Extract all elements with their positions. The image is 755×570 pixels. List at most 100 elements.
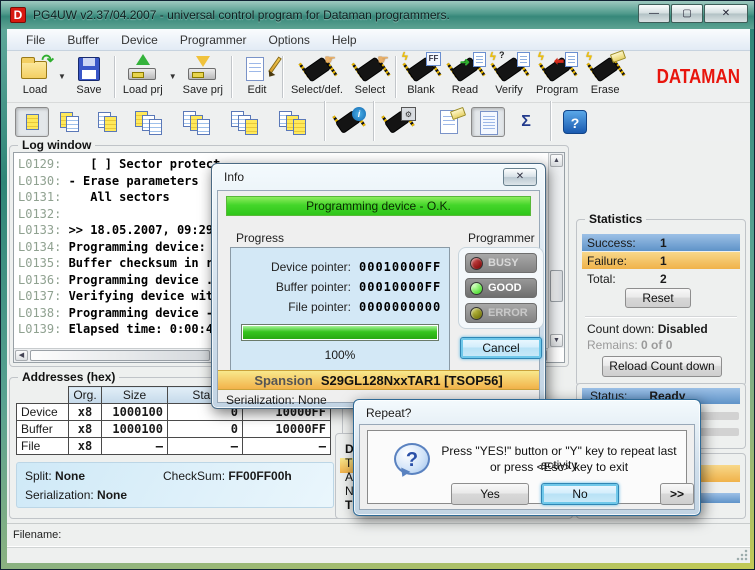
checksum-panel: Split: None CheckSum: FF00FF00h Serializ… <box>16 462 334 508</box>
repeat-dialog-titlebar[interactable]: Repeat? <box>354 400 700 424</box>
remains-value: 0 of 0 <box>641 338 672 352</box>
toolbar-separator <box>550 101 551 143</box>
device-info-button[interactable]: i <box>332 107 366 137</box>
help-button[interactable]: ? <box>558 107 592 137</box>
success-label: Success: <box>587 236 636 250</box>
statistics-title: Statistics <box>585 212 646 226</box>
program-button[interactable]: ϟ⬅ Program <box>531 53 583 100</box>
read-button[interactable]: ➜ Read <box>443 53 487 100</box>
close-button[interactable]: ✕ <box>704 4 748 23</box>
total-label: Total: <box>587 272 616 286</box>
open-folder-icon: ↷ <box>18 54 52 84</box>
split-value: None <box>55 469 85 483</box>
error-led-icon <box>470 307 483 320</box>
repeat-message-box: ? Press "YES!" button or "Y" key to repe… <box>367 430 687 504</box>
toolbar-separator <box>324 101 325 143</box>
resize-grip[interactable] <box>736 549 748 561</box>
more-button[interactable]: >> <box>660 483 694 505</box>
scroll-up-icon[interactable]: ▲ <box>550 154 563 167</box>
load-project-dropdown-icon[interactable]: ▼ <box>169 72 177 81</box>
select-default-button[interactable]: ☛ Select/def. <box>286 53 348 100</box>
success-row: Success: 1 <box>582 234 740 251</box>
countdown-row: Count down: Disabled <box>587 322 708 336</box>
scroll-left-icon[interactable]: ◀ <box>15 350 28 361</box>
maximize-button[interactable]: ▢ <box>671 4 703 23</box>
info-dialog-titlebar[interactable]: Info ✕ <box>212 164 545 190</box>
reset-button[interactable]: Reset <box>625 288 691 308</box>
view-buffer-7-button[interactable] <box>273 107 317 137</box>
load-project-button[interactable]: Load prj <box>118 53 168 100</box>
total-row: Total: 2 <box>582 270 740 287</box>
view-buffer-1-button[interactable] <box>15 107 49 137</box>
failure-value: 1 <box>660 254 667 268</box>
progress-panel: Device pointer: 00010000FF Buffer pointe… <box>230 247 450 383</box>
cancel-button[interactable]: Cancel <box>460 337 542 359</box>
chip-program-icon: ϟ⬅ <box>540 54 574 84</box>
header-blank <box>17 387 69 404</box>
end-cell: 10000FF <box>243 421 331 438</box>
menu-bar: File Buffer Device Programmer Options He… <box>7 29 750 51</box>
file-address-row: File x8 – – – <box>17 438 331 455</box>
select-button[interactable]: ☛ Select <box>348 53 392 100</box>
log-vscroll-thumb[interactable] <box>550 270 563 302</box>
repeat-dialog-title: Repeat? <box>366 406 411 420</box>
checksum-info: CheckSum: FF00FF00h <box>163 469 292 483</box>
yes-button[interactable]: Yes <box>451 483 529 505</box>
title-bar[interactable]: D PG4UW v2.37/04.2007 - universal contro… <box>1 1 755 29</box>
device-pointer-value: 00010000FF <box>359 260 441 274</box>
row-label: File <box>17 438 69 455</box>
menu-help[interactable]: Help <box>323 31 366 49</box>
device-options-button[interactable]: ⚙ <box>381 107 415 137</box>
view-buffer-2-button[interactable] <box>53 107 87 137</box>
question-balloon-icon: ? <box>394 443 430 475</box>
view-buffer-3-button[interactable] <box>91 107 125 137</box>
checksum-value: FF00FF00h <box>228 469 291 483</box>
erase-button[interactable]: ϟ Erase <box>583 53 627 100</box>
verify-button[interactable]: ϟ? Verify <box>487 53 531 100</box>
device-pointer-row: Device pointer: 00010000FF <box>241 260 446 276</box>
reload-countdown-button[interactable]: Reload Count down <box>602 356 722 377</box>
view-buffer-6-button[interactable] <box>225 107 269 137</box>
menu-options[interactable]: Options <box>260 31 319 49</box>
menu-programmer[interactable]: Programmer <box>171 31 256 49</box>
edit-button[interactable]: Edit <box>235 53 279 100</box>
view-buffer-4-button[interactable] <box>129 107 173 137</box>
save-button[interactable]: Save <box>67 53 111 100</box>
remains-row: Remains: 0 of 0 <box>587 338 672 352</box>
load-dropdown-icon[interactable]: ▼ <box>58 72 66 81</box>
failure-row: Failure: 1 <box>582 252 740 269</box>
split-info: Split: None <box>25 469 85 483</box>
menu-device[interactable]: Device <box>112 31 167 49</box>
progress-percent: 100% <box>231 348 449 362</box>
programmer-label: Programmer <box>464 231 539 245</box>
eraser-icon <box>450 107 466 120</box>
info-close-button[interactable]: ✕ <box>503 168 537 186</box>
info-dialog-body: Programming device - O.K. Progress Devic… <box>217 190 540 403</box>
log-hscroll-thumb[interactable] <box>30 350 210 361</box>
size-cell: 1000100 <box>102 404 168 421</box>
blank-check-button[interactable]: ϟFF Blank <box>399 53 443 100</box>
no-button[interactable]: No <box>541 483 619 505</box>
device-part: S29GL128NxxTAR1 [TSOP56] <box>321 373 503 388</box>
drive-down-icon <box>186 54 220 84</box>
minimize-button[interactable]: — <box>638 4 670 23</box>
floppy-icon <box>72 54 106 84</box>
view-buffer-5-button[interactable] <box>177 107 221 137</box>
log-vertical-scrollbar[interactable]: ▲ ▼ <box>548 153 564 348</box>
repeat-dialog-body: ? Press "YES!" button or "Y" key to repe… <box>359 424 695 510</box>
app-icon: D <box>10 7 26 23</box>
erase-buffer-button[interactable] <box>433 107 467 137</box>
device-banner: SpansionS29GL128NxxTAR1 [TSOP56] <box>218 370 539 390</box>
scroll-down-icon[interactable]: ▼ <box>550 334 563 347</box>
edit-document-icon <box>240 54 274 84</box>
load-button[interactable]: ↷ Load <box>13 53 57 100</box>
addresses-title: Addresses (hex) <box>18 370 119 384</box>
checksum-button[interactable]: Σ <box>509 107 543 137</box>
view-log-button[interactable] <box>471 107 505 137</box>
dataman-logo: DATAMAN <box>657 65 740 89</box>
chip-blank-icon: ϟFF <box>404 54 438 84</box>
gear-icon: ⚙ <box>401 107 416 121</box>
menu-file[interactable]: File <box>17 31 54 49</box>
menu-buffer[interactable]: Buffer <box>58 31 108 49</box>
save-project-button[interactable]: Save prj <box>178 53 228 100</box>
